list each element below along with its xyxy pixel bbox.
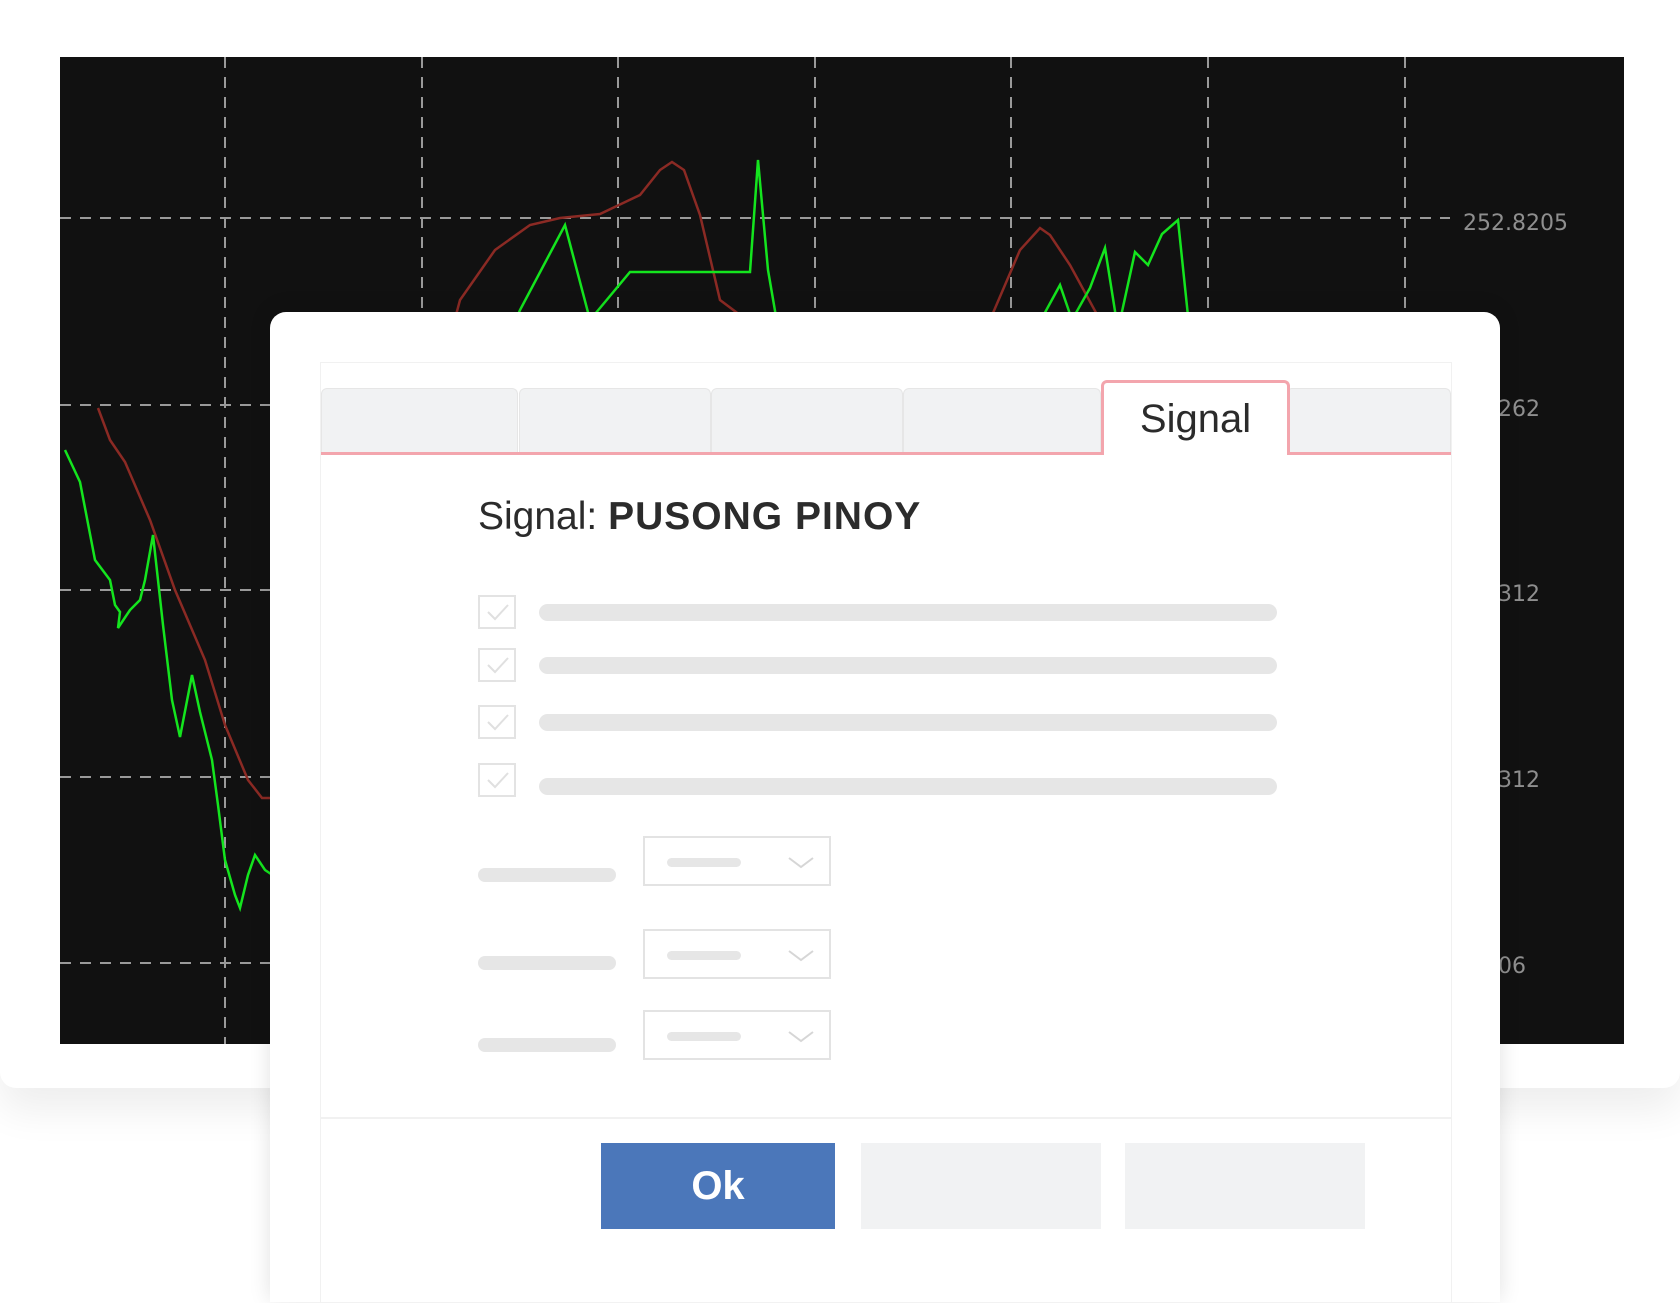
- checkbox-label-placeholder: [539, 778, 1277, 795]
- tab-6[interactable]: [1286, 388, 1451, 452]
- check-icon: [487, 772, 509, 789]
- signal-heading-prefix: Signal:: [478, 495, 598, 538]
- signal-name: PUSONG PINOY: [608, 495, 922, 538]
- checkbox-label-placeholder: [539, 714, 1277, 731]
- price-label: 252.8205: [1463, 211, 1568, 236]
- dialog-panel: Signal Signal: PUSONG PINOY Ok: [320, 362, 1452, 1303]
- dropdown-value-placeholder: [667, 951, 741, 960]
- check-icon: [487, 604, 509, 621]
- check-icon: [487, 714, 509, 731]
- footer-divider: [321, 1117, 1451, 1119]
- field-label-placeholder: [478, 1038, 616, 1052]
- chevron-down-icon: [788, 857, 814, 869]
- tab-2[interactable]: [519, 388, 711, 452]
- field-label-placeholder: [478, 868, 616, 882]
- dropdown-select[interactable]: [643, 929, 831, 979]
- chevron-down-icon: [788, 950, 814, 962]
- check-icon: [487, 657, 509, 674]
- checkbox[interactable]: [478, 763, 516, 797]
- tab-signal[interactable]: Signal: [1101, 380, 1290, 455]
- checkbox[interactable]: [478, 648, 516, 682]
- tab-1[interactable]: [321, 388, 518, 452]
- checkbox-label-placeholder: [539, 657, 1277, 674]
- tab-4[interactable]: [903, 388, 1101, 452]
- secondary-button[interactable]: [861, 1143, 1101, 1229]
- dropdown-select[interactable]: [643, 836, 831, 886]
- dropdown-value-placeholder: [667, 1032, 741, 1041]
- signal-dialog: Signal Signal: PUSONG PINOY Ok: [270, 312, 1500, 1303]
- chevron-down-icon: [788, 1031, 814, 1043]
- checkbox[interactable]: [478, 595, 516, 629]
- tab-3[interactable]: [711, 388, 903, 452]
- dropdown-select[interactable]: [643, 1010, 831, 1060]
- tertiary-button[interactable]: [1125, 1143, 1365, 1229]
- checkbox[interactable]: [478, 705, 516, 739]
- ok-button[interactable]: Ok: [601, 1143, 835, 1229]
- dropdown-value-placeholder: [667, 858, 741, 867]
- field-label-placeholder: [478, 956, 616, 970]
- checkbox-label-placeholder: [539, 604, 1277, 621]
- signal-heading: Signal: PUSONG PINOY: [478, 495, 921, 539]
